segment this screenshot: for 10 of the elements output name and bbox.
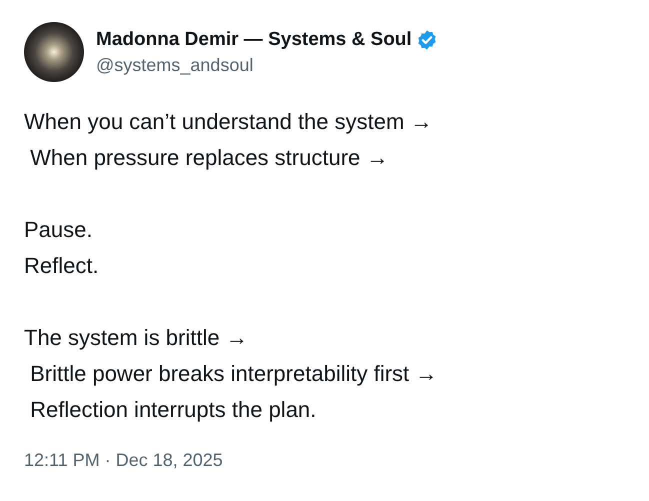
post-text-line: Reflection interrupts the plan. <box>29 396 316 424</box>
post-text-line: Reflect. <box>24 252 99 280</box>
user-handle[interactable]: @systems_andsoul <box>96 54 438 76</box>
post-text-line: The system is brittle → <box>24 324 248 352</box>
post-timestamp[interactable]: 12:11 PM · Dec 18, 2025 <box>24 450 223 471</box>
post-text-line: When pressure replaces structure → <box>29 144 388 172</box>
post-text-line: Brittle power breaks interpretability first → <box>29 360 438 388</box>
post-text-line: When you can’t understand the system → <box>24 108 432 136</box>
post-text-line: Pause. <box>24 216 92 244</box>
display-name[interactable]: Madonna Demir — Systems & Soul <box>96 28 412 50</box>
